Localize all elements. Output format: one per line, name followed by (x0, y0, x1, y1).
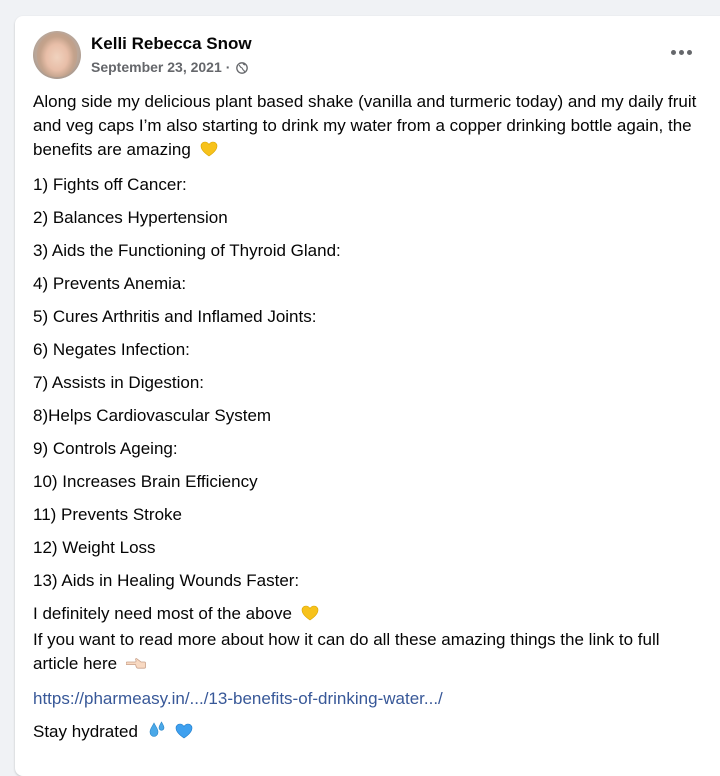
article-link-paragraph: https://pharmeasy.in/.../13-benefits-of-… (33, 687, 703, 711)
more-dot (678, 49, 684, 55)
benefit-item: 6) Negates Infection: (33, 340, 190, 359)
post-body: Along side my delicious plant based shak… (33, 90, 703, 755)
post-date[interactable]: September 23, 2021 (91, 59, 222, 75)
pointing-left-hand-icon (125, 654, 146, 678)
more-dot (670, 49, 676, 55)
benefit-item: 10) Increases Brain Efficiency (33, 472, 258, 491)
benefit-item: 9) Controls Ageing: (33, 439, 178, 458)
stay-hydrated-text: Stay hydrated (33, 722, 138, 741)
meta-separator: · (225, 59, 231, 75)
closing-text: I definitely need most of the above If y… (33, 602, 703, 678)
more-options-button[interactable] (665, 38, 697, 66)
benefit-item: 4) Prevents Anemia: (33, 274, 187, 293)
author-name[interactable]: Kelli Rebecca Snow (91, 34, 252, 54)
stay-hydrated-paragraph: Stay hydrated (33, 720, 703, 746)
benefit-item: 2) Balances Hypertension (33, 208, 228, 227)
benefit-item: 12) Weight Loss (33, 538, 156, 557)
yellow-heart-icon (200, 140, 218, 164)
blue-heart-icon (175, 722, 193, 746)
benefit-item: 11) Prevents Stroke (33, 505, 182, 524)
benefit-item: 13) Aids in Healing Wounds Faster: (33, 571, 300, 590)
avatar[interactable] (33, 31, 81, 79)
benefit-item: 8)Helps Cardiovascular System (33, 406, 272, 425)
avatar-photo (37, 33, 77, 77)
benefit-item: 1) Fights off Cancer: (33, 175, 187, 194)
sweat-droplets-icon (147, 721, 167, 746)
more-dot (686, 49, 692, 55)
yellow-heart-icon (301, 604, 319, 628)
benefit-item: 7) Assists in Digestion: (33, 373, 205, 392)
benefit-item: 3) Aids the Functioning of Thyroid Gland… (33, 241, 341, 260)
globe-icon[interactable] (236, 61, 249, 74)
post-meta: September 23, 2021 · (91, 59, 249, 75)
benefit-item: 5) Cures Arthritis and Inflamed Joints: (33, 307, 317, 326)
post-intro: Along side my delicious plant based shak… (33, 90, 703, 164)
post-intro-text: Along side my delicious plant based shak… (33, 92, 697, 159)
closing-line-1: I definitely need most of the above (33, 604, 292, 623)
article-link[interactable]: https://pharmeasy.in/.../13-benefits-of-… (33, 689, 443, 708)
post-card: Kelli Rebecca Snow September 23, 2021 · … (15, 16, 720, 776)
